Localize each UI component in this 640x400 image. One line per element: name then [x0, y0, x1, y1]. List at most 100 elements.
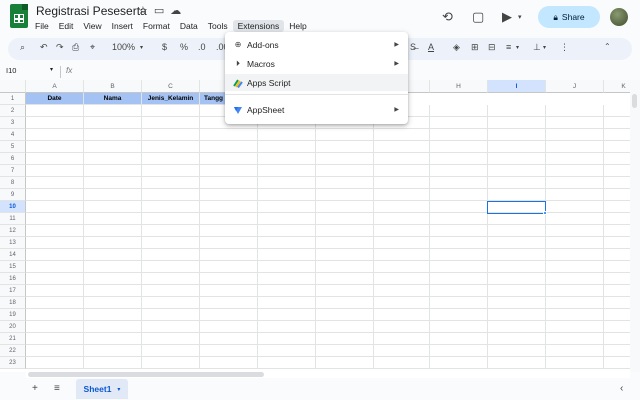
- cell[interactable]: [374, 285, 430, 297]
- cell[interactable]: [84, 333, 142, 345]
- cell[interactable]: [546, 165, 604, 177]
- vertical-scroll-thumb[interactable]: [632, 94, 637, 108]
- share-button[interactable]: 🔒︎ Share: [538, 6, 600, 28]
- cell[interactable]: [546, 177, 604, 189]
- cell[interactable]: [26, 213, 84, 225]
- row-header-1[interactable]: 1: [0, 93, 26, 105]
- cell[interactable]: [316, 201, 374, 213]
- menu-tools[interactable]: Tools: [203, 20, 233, 32]
- cell[interactable]: [258, 141, 316, 153]
- selected-cell-i10[interactable]: [487, 201, 546, 214]
- cell[interactable]: [26, 225, 84, 237]
- cell[interactable]: [84, 153, 142, 165]
- sheets-logo-icon[interactable]: [10, 4, 28, 28]
- cell[interactable]: [200, 297, 258, 309]
- cell[interactable]: [604, 177, 630, 189]
- cell[interactable]: [142, 249, 200, 261]
- cell[interactable]: [258, 309, 316, 321]
- cell[interactable]: [142, 225, 200, 237]
- cell[interactable]: [258, 225, 316, 237]
- cell[interactable]: [200, 237, 258, 249]
- cell[interactable]: [604, 357, 630, 369]
- cell[interactable]: [430, 213, 488, 225]
- chevron-down-icon[interactable]: ▾: [140, 44, 143, 51]
- row-header-23[interactable]: 23: [0, 357, 26, 369]
- cell[interactable]: [84, 129, 142, 141]
- cell[interactable]: [26, 201, 84, 213]
- column-header-j[interactable]: J: [546, 80, 604, 93]
- cell[interactable]: [546, 129, 604, 141]
- cell[interactable]: [84, 141, 142, 153]
- cell[interactable]: [258, 129, 316, 141]
- cell[interactable]: [316, 213, 374, 225]
- column-header-c[interactable]: C: [142, 80, 200, 93]
- cell[interactable]: [142, 177, 200, 189]
- paint-format-icon[interactable]: ⌖: [90, 42, 95, 53]
- sheet-tab-sheet1[interactable]: Sheet1 ▾: [76, 379, 128, 399]
- row-header-9[interactable]: 9: [0, 189, 26, 201]
- cell[interactable]: [258, 201, 316, 213]
- cell[interactable]: [26, 357, 84, 369]
- text-color-icon[interactable]: A: [428, 42, 434, 52]
- cell[interactable]: [26, 249, 84, 261]
- cell[interactable]: [258, 177, 316, 189]
- cell[interactable]: [546, 285, 604, 297]
- cell[interactable]: [84, 309, 142, 321]
- cell[interactable]: [142, 285, 200, 297]
- fill-handle[interactable]: [543, 211, 547, 215]
- menu-item-add-ons[interactable]: ⊕ Add-ons ▶: [225, 36, 408, 53]
- cell[interactable]: [604, 237, 630, 249]
- cell[interactable]: [258, 273, 316, 285]
- cell[interactable]: [374, 225, 430, 237]
- meet-icon[interactable]: ▶: [502, 9, 512, 25]
- cell[interactable]: [316, 261, 374, 273]
- cell[interactable]: [488, 297, 546, 309]
- cell[interactable]: [374, 333, 430, 345]
- name-box-dropdown-icon[interactable]: ▾: [50, 66, 53, 73]
- cell[interactable]: [546, 153, 604, 165]
- cell[interactable]: [26, 321, 84, 333]
- cell[interactable]: [488, 309, 546, 321]
- cell[interactable]: [604, 249, 630, 261]
- cell[interactable]: [84, 285, 142, 297]
- cell[interactable]: [200, 345, 258, 357]
- cell[interactable]: [200, 249, 258, 261]
- vertical-align-icon[interactable]: ⊥: [533, 42, 541, 53]
- cell[interactable]: [488, 177, 546, 189]
- cell[interactable]: [430, 201, 488, 213]
- cell[interactable]: [546, 309, 604, 321]
- cell[interactable]: [546, 105, 604, 117]
- cell[interactable]: [604, 153, 630, 165]
- cell[interactable]: [430, 237, 488, 249]
- row-header-21[interactable]: 21: [0, 333, 26, 345]
- cell[interactable]: [258, 165, 316, 177]
- cell[interactable]: [488, 117, 546, 129]
- cell[interactable]: [546, 357, 604, 369]
- cell[interactable]: [430, 321, 488, 333]
- cell[interactable]: [604, 129, 630, 141]
- menu-extensions[interactable]: Extensions: [232, 20, 285, 32]
- cell[interactable]: [26, 345, 84, 357]
- cell[interactable]: [316, 309, 374, 321]
- cell[interactable]: [258, 285, 316, 297]
- cell[interactable]: [26, 117, 84, 129]
- move-folder-icon[interactable]: ▭: [154, 4, 164, 17]
- menu-data[interactable]: Data: [175, 20, 203, 32]
- star-icon[interactable]: ☆: [138, 4, 148, 17]
- column-header-b[interactable]: B: [84, 80, 142, 93]
- cell[interactable]: [142, 321, 200, 333]
- row-header-14[interactable]: 14: [0, 249, 26, 261]
- cell[interactable]: [316, 285, 374, 297]
- cell[interactable]: [430, 261, 488, 273]
- cell[interactable]: [604, 297, 630, 309]
- cell[interactable]: [374, 261, 430, 273]
- row-header-15[interactable]: 15: [0, 261, 26, 273]
- cell[interactable]: [200, 201, 258, 213]
- cell[interactable]: [258, 189, 316, 201]
- cell[interactable]: [316, 225, 374, 237]
- horizontal-scroll-thumb[interactable]: [28, 372, 264, 377]
- cell[interactable]: [26, 129, 84, 141]
- cell[interactable]: [430, 165, 488, 177]
- cell[interactable]: [430, 297, 488, 309]
- cell[interactable]: [258, 357, 316, 369]
